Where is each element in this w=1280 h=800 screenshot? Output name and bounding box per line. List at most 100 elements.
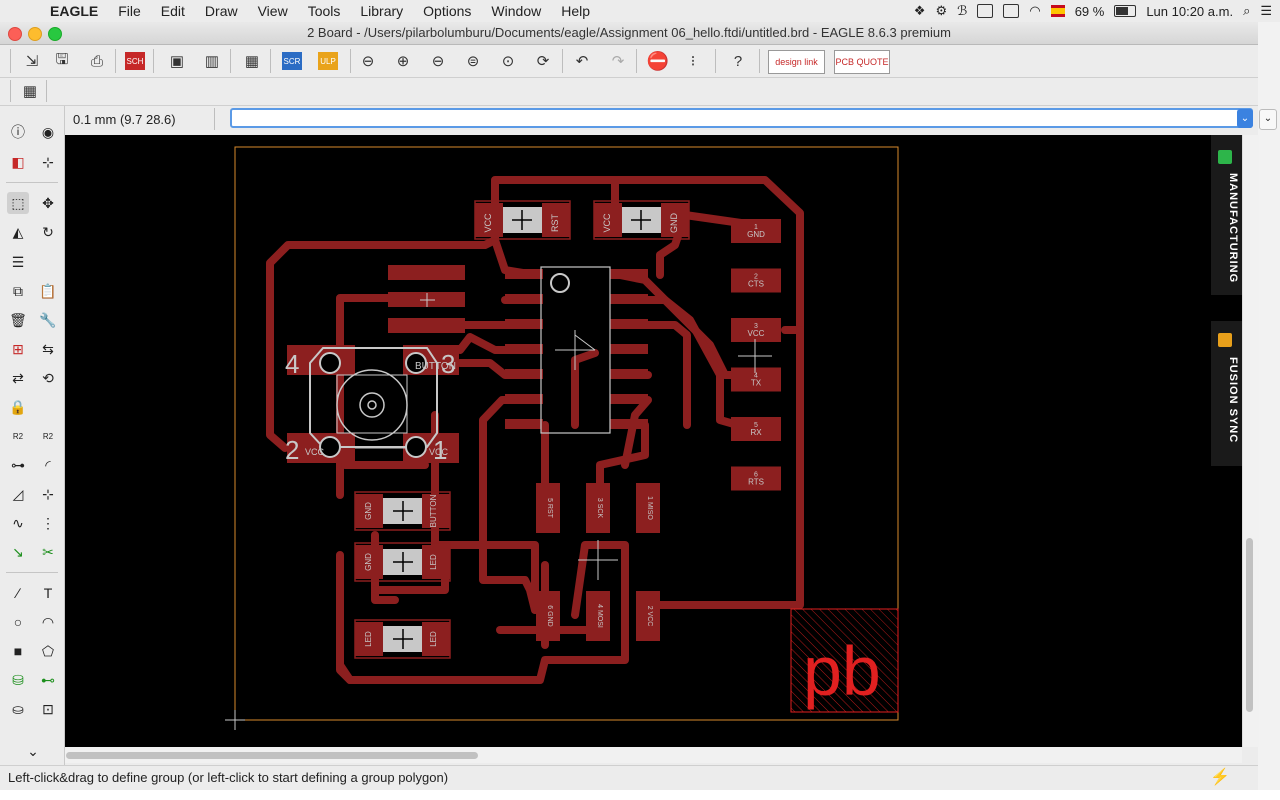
pcb-board-drawing[interactable]: 1GND2CTS3VCC4TX5RX6RTS 5 RST 3 SCK 1 MISO 6… xyxy=(65,135,1211,747)
notification-center-icon[interactable]: ☰ xyxy=(1260,3,1272,19)
line-icon[interactable]: ∕ xyxy=(7,582,29,604)
menu-edit[interactable]: Edit xyxy=(151,3,195,19)
design-link-button[interactable]: design link xyxy=(768,50,825,74)
minimize-window-button[interactable] xyxy=(28,27,42,41)
close-window-button[interactable] xyxy=(8,27,22,41)
wifi-icon[interactable]: ◠ xyxy=(1029,3,1040,19)
miter-icon[interactable]: ◜ xyxy=(37,454,59,476)
lock-icon[interactable]: 🔒 xyxy=(7,396,29,418)
manufacturing-icon[interactable]: ▥ xyxy=(200,50,224,72)
panel-dropdown[interactable]: ⌄ xyxy=(1259,109,1277,130)
optimize-icon[interactable]: ⊹ xyxy=(37,483,59,505)
ripup-icon[interactable]: ✂ xyxy=(37,541,59,563)
battery-percent[interactable]: 69 % xyxy=(1075,4,1105,19)
split-icon[interactable]: ◿ xyxy=(7,483,29,505)
horizontal-scroll-thumb[interactable] xyxy=(66,752,478,759)
move-icon[interactable]: ✥ xyxy=(37,192,59,214)
spotlight-search-icon[interactable]: ⌕ xyxy=(1243,3,1250,19)
swap-icon[interactable]: ⇄ xyxy=(7,367,29,389)
grid-icon[interactable]: ▦ xyxy=(18,80,42,102)
delete-icon[interactable]: 🗑 xyxy=(7,309,29,331)
info-icon[interactable]: ⓘ xyxy=(7,121,29,143)
menu-library[interactable]: Library xyxy=(350,3,413,19)
airplay-icon[interactable] xyxy=(1003,4,1020,18)
open-file-icon[interactable]: ⇲ xyxy=(20,50,44,72)
save-icon[interactable]: 🖫 xyxy=(50,50,74,72)
help-icon[interactable]: ? xyxy=(726,50,750,72)
battery-icon[interactable] xyxy=(1114,5,1137,17)
flag-icon[interactable] xyxy=(1050,5,1065,17)
wrench-icon[interactable]: 🔧 xyxy=(37,309,59,331)
attribute-icon[interactable]: ⊡ xyxy=(37,698,59,720)
name-icon[interactable]: R2 xyxy=(7,425,29,447)
group-select-icon[interactable]: ⬚ xyxy=(7,192,29,214)
zoom-last-icon[interactable]: ⊜ xyxy=(461,50,485,72)
circle-icon[interactable]: ○ xyxy=(7,611,29,633)
vertical-scroll-thumb[interactable] xyxy=(1246,538,1253,712)
print-icon[interactable]: ⎙ xyxy=(85,50,109,72)
route-icon[interactable]: ↘ xyxy=(7,541,29,563)
zoom-out-icon[interactable]: ⊖ xyxy=(426,50,450,72)
redo-icon[interactable]: ↷ xyxy=(606,50,630,72)
dropbox-icon[interactable]: ❖ xyxy=(914,3,926,19)
menu-window[interactable]: Window xyxy=(481,3,551,19)
menu-options[interactable]: Options xyxy=(413,3,481,19)
mark-icon[interactable]: ⊹ xyxy=(37,151,59,173)
copy-icon[interactable]: ⧉ xyxy=(7,280,29,302)
mirror-icon[interactable]: ◭ xyxy=(7,221,29,243)
command-line-input[interactable] xyxy=(230,108,1253,128)
fusion-sync-tab[interactable]: FUSION SYNC xyxy=(1211,321,1242,466)
go-icon[interactable]: ⁝ xyxy=(681,50,705,72)
pcb-quote-button[interactable]: PCB QUOTE xyxy=(834,50,890,74)
signal-icon[interactable]: ⊷ xyxy=(37,669,59,691)
menubar-clock[interactable]: Lun 10:20 a.m. xyxy=(1146,4,1233,19)
align-icon[interactable]: ☰ xyxy=(7,251,29,273)
arc-icon[interactable]: ◠ xyxy=(37,611,59,633)
menu-app-name[interactable]: EAGLE xyxy=(40,3,108,19)
smash-icon[interactable]: ⊶ xyxy=(7,454,29,476)
polygon-icon[interactable]: ⬠ xyxy=(37,640,59,662)
run-script-icon[interactable]: SCR xyxy=(282,52,302,70)
run-ulp-icon[interactable]: ULP xyxy=(318,52,338,70)
show-icon[interactable]: ◉ xyxy=(37,121,59,143)
menu-draw[interactable]: Draw xyxy=(195,3,248,19)
menu-file[interactable]: File xyxy=(108,3,151,19)
stop-icon[interactable]: ⛔ xyxy=(646,50,670,72)
zoom-fit-icon[interactable]: ⊖ xyxy=(356,50,380,72)
text-icon[interactable]: T xyxy=(37,582,59,604)
gate-swap-icon[interactable]: ⟲ xyxy=(37,367,59,389)
sch-brd-switch-icon[interactable]: SCH xyxy=(125,52,145,70)
cam-icon[interactable]: ▣ xyxy=(165,50,189,72)
meander-icon[interactable]: ∿ xyxy=(7,512,29,534)
replace-part-icon[interactable]: ⇆ xyxy=(37,338,59,360)
screen-icon[interactable] xyxy=(977,4,994,18)
undo-icon[interactable]: ↶ xyxy=(570,50,594,72)
command-history-dropdown[interactable]: ⌄ xyxy=(1237,109,1253,128)
expand-palette-icon[interactable]: ⌄ xyxy=(22,740,44,762)
menu-view[interactable]: View xyxy=(248,3,298,19)
rotate-icon[interactable]: ↻ xyxy=(37,221,59,243)
manufacturing-tab[interactable]: MANUFACTURING xyxy=(1211,135,1242,295)
redraw-icon[interactable]: ⟳ xyxy=(531,50,555,72)
hole-icon[interactable]: ⛀ xyxy=(7,698,29,720)
display-layers-icon[interactable]: ◧ xyxy=(7,151,29,173)
add-part-icon[interactable]: ⊞ xyxy=(7,338,29,360)
resistor-label-left: GND xyxy=(364,502,373,520)
zoom-window-button[interactable] xyxy=(48,27,62,41)
zoom-select-icon[interactable]: ⊙ xyxy=(496,50,520,72)
window-titlebar: 2 Board - /Users/pilarbolumburu/Document… xyxy=(0,22,1258,45)
library-icon[interactable]: ▦ xyxy=(240,50,264,72)
bolt-icon[interactable]: ⚡ xyxy=(1210,767,1230,787)
board-canvas[interactable]: 1 GND 2 CTS 3 VCC 4 TX 5 RX 6 RTS 5 RST 3 SCK 1 MISO 6… xyxy=(65,135,1242,747)
rectangle-icon[interactable]: ■ xyxy=(7,640,29,662)
resistor-label-right: LED xyxy=(429,554,438,570)
via-icon[interactable]: ⛁ xyxy=(7,669,29,691)
sync-icon[interactable]: ⚙ xyxy=(935,3,947,19)
menu-help[interactable]: Help xyxy=(551,3,600,19)
paste-icon[interactable]: 📋 xyxy=(37,280,59,302)
route-multiple-icon[interactable]: ⋮ xyxy=(37,512,59,534)
value-icon[interactable]: R2 xyxy=(37,425,59,447)
bluetooth-icon[interactable]: ℬ xyxy=(957,3,967,19)
menu-tools[interactable]: Tools xyxy=(298,3,351,19)
zoom-in-icon[interactable]: ⊕ xyxy=(391,50,415,72)
